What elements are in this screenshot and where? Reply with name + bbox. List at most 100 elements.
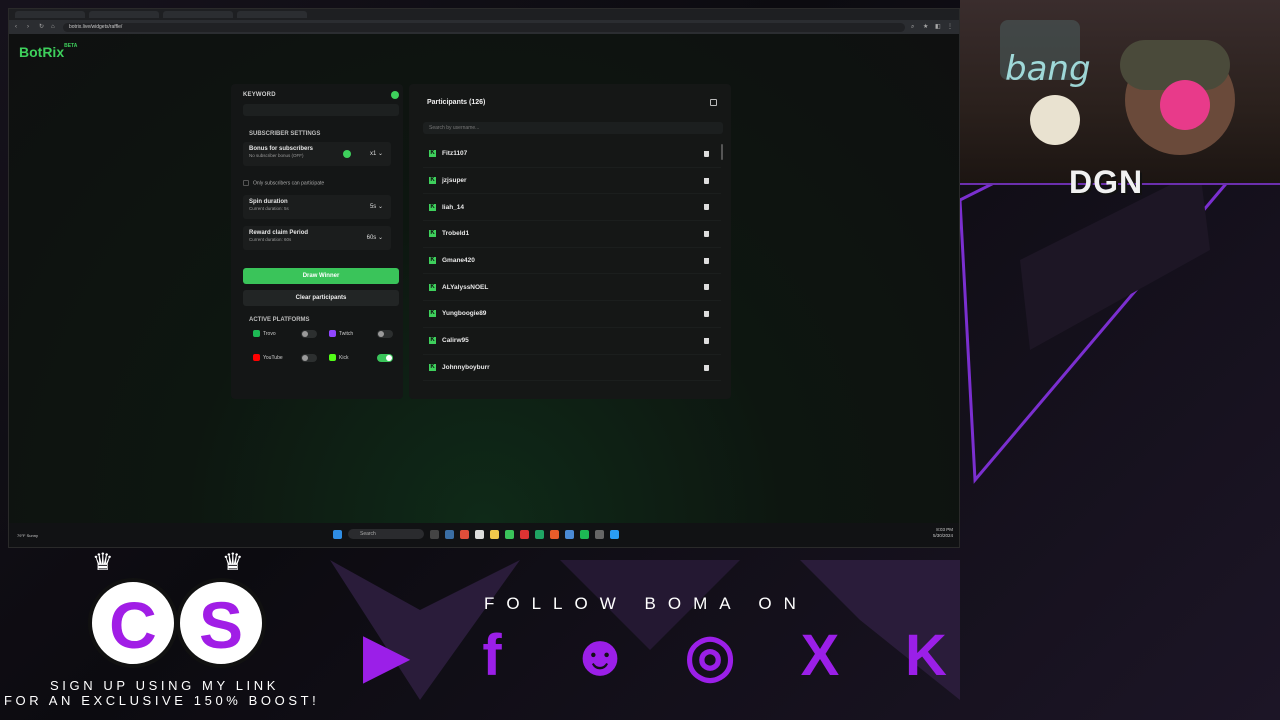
- kick-icon: K: [429, 203, 436, 211]
- app-icon[interactable]: [460, 529, 469, 539]
- kick-toggle[interactable]: [377, 354, 393, 362]
- app-icon[interactable]: [565, 529, 574, 539]
- app-icon[interactable]: [550, 529, 559, 539]
- youtube-icon: [253, 354, 260, 362]
- browser-tab[interactable]: [89, 11, 159, 18]
- trash-icon[interactable]: [704, 204, 709, 211]
- trash-icon[interactable]: [704, 364, 709, 371]
- kick-icon: K: [429, 363, 436, 371]
- windows-taskbar: 79°F Sunny Search 8:03 PM 5/30/2024: [9, 523, 959, 547]
- participant-row: K Calirw95: [423, 328, 721, 355]
- bonus-subtitle: No subscriber bonus (OFF): [249, 153, 304, 158]
- address-bar: ‹ › ↻ ⌂ botrix.live/widgets/raffle/ ⌕ ★ …: [9, 20, 959, 34]
- participant-name: Yungboogie89: [442, 310, 487, 318]
- participant-row: K Fitz1107: [423, 141, 721, 168]
- info-icon[interactable]: [343, 150, 351, 158]
- kick-icon: [329, 354, 336, 362]
- participant-name: Johnnyboyburr: [442, 363, 490, 371]
- kick-icon: K: [905, 623, 947, 688]
- app-icon[interactable]: [610, 529, 619, 539]
- clear-participants-button[interactable]: Clear participants: [243, 290, 399, 306]
- participant-name: Trobeld1: [442, 230, 470, 238]
- forward-icon[interactable]: ›: [27, 24, 33, 30]
- facebook-icon: f: [482, 623, 502, 688]
- browser-tab[interactable]: [237, 11, 307, 18]
- bonus-select[interactable]: x1 ⌄: [370, 150, 383, 157]
- participants-title: Participants (126): [427, 99, 486, 106]
- youtube-toggle[interactable]: [301, 354, 317, 362]
- chevron-down-icon: ⌄: [377, 151, 383, 157]
- trash-icon[interactable]: [704, 151, 709, 157]
- kick-icon: K: [429, 283, 436, 291]
- kick-icon: K: [429, 257, 436, 265]
- app-icon[interactable]: [505, 529, 514, 539]
- app-icon[interactable]: [535, 529, 544, 539]
- windows-start-icon[interactable]: [333, 529, 342, 539]
- url-field[interactable]: botrix.live/widgets/raffle/: [63, 22, 905, 32]
- back-icon[interactable]: ‹: [15, 24, 21, 30]
- zoom-icon[interactable]: ⌕: [911, 24, 917, 30]
- app-icon[interactable]: [520, 529, 529, 539]
- participant-row: Kjzjsuper: [423, 168, 721, 195]
- app-icon[interactable]: [445, 529, 454, 539]
- trovo-toggle[interactable]: [301, 330, 317, 338]
- reward-period-row: Reward claim Period Current duration: 60…: [243, 226, 391, 250]
- app-icon[interactable]: [595, 529, 604, 539]
- only-subs-checkbox[interactable]: [243, 180, 249, 186]
- spin-select[interactable]: 5s ⌄: [370, 203, 383, 210]
- weather-widget[interactable]: 79°F Sunny: [17, 533, 57, 538]
- instagram-icon: ◎: [684, 623, 736, 688]
- brand-logo[interactable]: BotRixBETA: [19, 43, 78, 60]
- taskbar-apps: Search: [333, 529, 619, 539]
- star-icon[interactable]: ★: [923, 24, 929, 30]
- participant-search-input[interactable]: Search by username...: [423, 122, 723, 134]
- trash-icon[interactable]: [704, 311, 709, 318]
- raffle-settings-card: KEYWORD SUBSCRIBER SETTINGS Bonus for su…: [231, 84, 403, 399]
- brand-badge: BETA: [64, 43, 78, 50]
- keyword-input[interactable]: [243, 104, 399, 116]
- taskbar-search[interactable]: Search: [348, 529, 424, 539]
- trash-icon[interactable]: [704, 257, 709, 264]
- spotify-icon[interactable]: [580, 529, 589, 539]
- only-subs-row[interactable]: Only subscribers can participate: [243, 180, 391, 186]
- extensions-icon[interactable]: ◧: [935, 24, 941, 30]
- participant-name: Fitz1107: [442, 150, 468, 158]
- platform-label: Trovo: [263, 331, 276, 337]
- participant-name: Gmane420: [442, 257, 475, 265]
- trash-icon[interactable]: [704, 231, 709, 238]
- trash-icon[interactable]: [704, 337, 709, 344]
- file-explorer-icon[interactable]: [490, 529, 499, 539]
- home-icon[interactable]: ⌂: [51, 24, 57, 30]
- spin-title: Spin duration: [249, 199, 288, 205]
- reload-icon[interactable]: ↻: [39, 24, 45, 30]
- scrollbar[interactable]: [721, 144, 723, 160]
- twitch-toggle[interactable]: [377, 330, 393, 338]
- keyword-label: KEYWORD: [243, 92, 276, 98]
- app-icon[interactable]: [475, 529, 484, 539]
- system-clock[interactable]: 8:03 PM 5/30/2024: [933, 527, 953, 539]
- youtube-icon: ▶: [363, 623, 409, 688]
- menu-icon[interactable]: ⋮: [947, 24, 953, 30]
- trash-icon[interactable]: [704, 284, 709, 291]
- task-view-icon[interactable]: [430, 529, 439, 539]
- browser-tab[interactable]: [163, 11, 233, 18]
- trash-icon[interactable]: [704, 177, 709, 184]
- reward-select[interactable]: 60s ⌄: [367, 234, 383, 241]
- brand-name: BotRix: [19, 44, 65, 60]
- cs-logo-s: S: [176, 578, 266, 668]
- discord-icon: ☻: [569, 623, 631, 688]
- browser-window: ‹ › ↻ ⌂ botrix.live/widgets/raffle/ ⌕ ★ …: [8, 8, 960, 548]
- chevron-down-icon: ⌄: [377, 235, 383, 241]
- platform-youtube: YouTube: [253, 352, 317, 364]
- draw-winner-button[interactable]: Draw Winner: [243, 268, 399, 284]
- browser-tab[interactable]: [15, 11, 85, 18]
- participant-name: ALYalyssNOEL: [442, 283, 489, 291]
- twitch-icon: [329, 330, 336, 338]
- info-icon[interactable]: [391, 91, 399, 99]
- copy-icon[interactable]: [710, 99, 717, 106]
- webcam-feed: bang: [960, 0, 1280, 185]
- spin-subtitle: Current duration: 5s: [249, 206, 289, 211]
- only-subs-label: Only subscribers can participate: [253, 180, 325, 187]
- trovo-icon: [253, 330, 260, 338]
- crown-icon: ♛: [92, 549, 114, 576]
